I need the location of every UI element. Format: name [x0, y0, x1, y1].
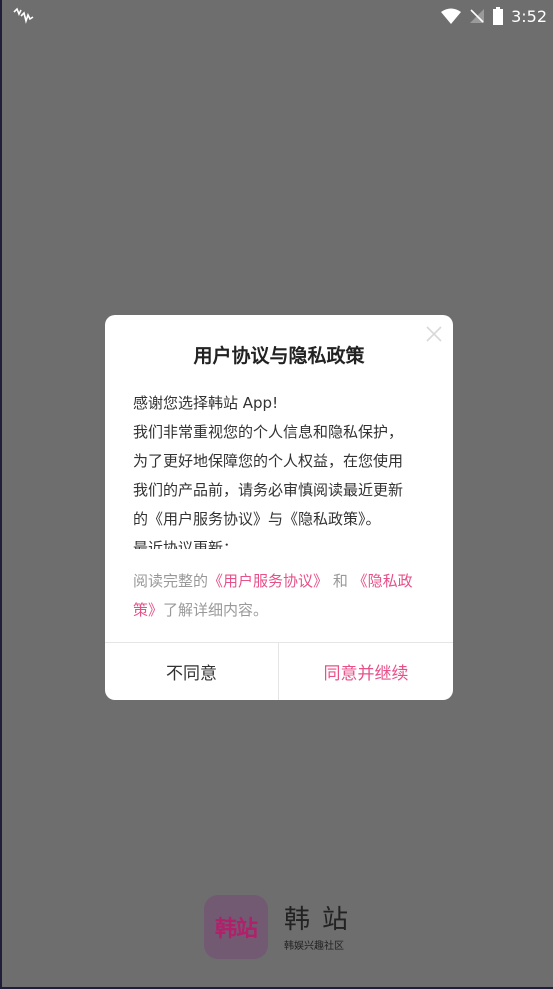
dialog-title: 用户协议与隐私政策: [193, 345, 365, 367]
disagree-button[interactable]: 不同意: [105, 643, 278, 700]
app-logo: 韩站: [204, 895, 268, 959]
dialog-footer-text: 阅读完整的《用户服务协议》 和 《隐私政策》了解详细内容。: [133, 567, 429, 625]
dialog-body[interactable]: 感谢您选择韩站 App! 我们非常重视您的个人信息和隐私保护， 为了更好地保障您…: [133, 389, 429, 549]
window-frame-left: [0, 0, 2, 989]
privacy-dialog: 用户协议与隐私政策 感谢您选择韩站 App! 我们非常重视您的个人信息和隐私保护…: [105, 315, 453, 700]
agree-continue-button[interactable]: 同意并继续: [279, 643, 453, 700]
status-bar: 3:52: [0, 0, 553, 32]
wifi-icon: [441, 8, 462, 24]
activity-icon: [13, 7, 34, 24]
footer-prefix: 阅读完整的: [133, 572, 209, 590]
brand-subtitle: 韩娱兴趣社区: [284, 941, 344, 952]
brand-name: 韩站: [284, 905, 361, 935]
signal-off-icon: [470, 9, 485, 23]
app-logo-text: 韩站: [214, 917, 258, 942]
body-line: 感谢您选择韩站 App!: [133, 394, 279, 412]
body-line: 我们的产品前，请务必审慎阅读最近更新: [133, 481, 404, 499]
body-line: 我们非常重视您的个人信息和隐私保护，: [133, 423, 404, 441]
body-line: 的《用户服务协议》与《隐私政策》。: [133, 510, 381, 528]
footer-suffix: 了解详细内容。: [163, 601, 269, 619]
body-line: 最近协议更新：: [133, 539, 239, 549]
user-agreement-link[interactable]: 《用户服务协议》: [208, 572, 328, 590]
status-right-group: 3:52: [441, 0, 547, 32]
footer-middle: 和: [332, 572, 348, 590]
body-line: 为了更好地保障您的个人权益，在您使用: [133, 452, 404, 470]
battery-icon: [493, 7, 504, 25]
status-time: 3:52: [511, 6, 547, 26]
